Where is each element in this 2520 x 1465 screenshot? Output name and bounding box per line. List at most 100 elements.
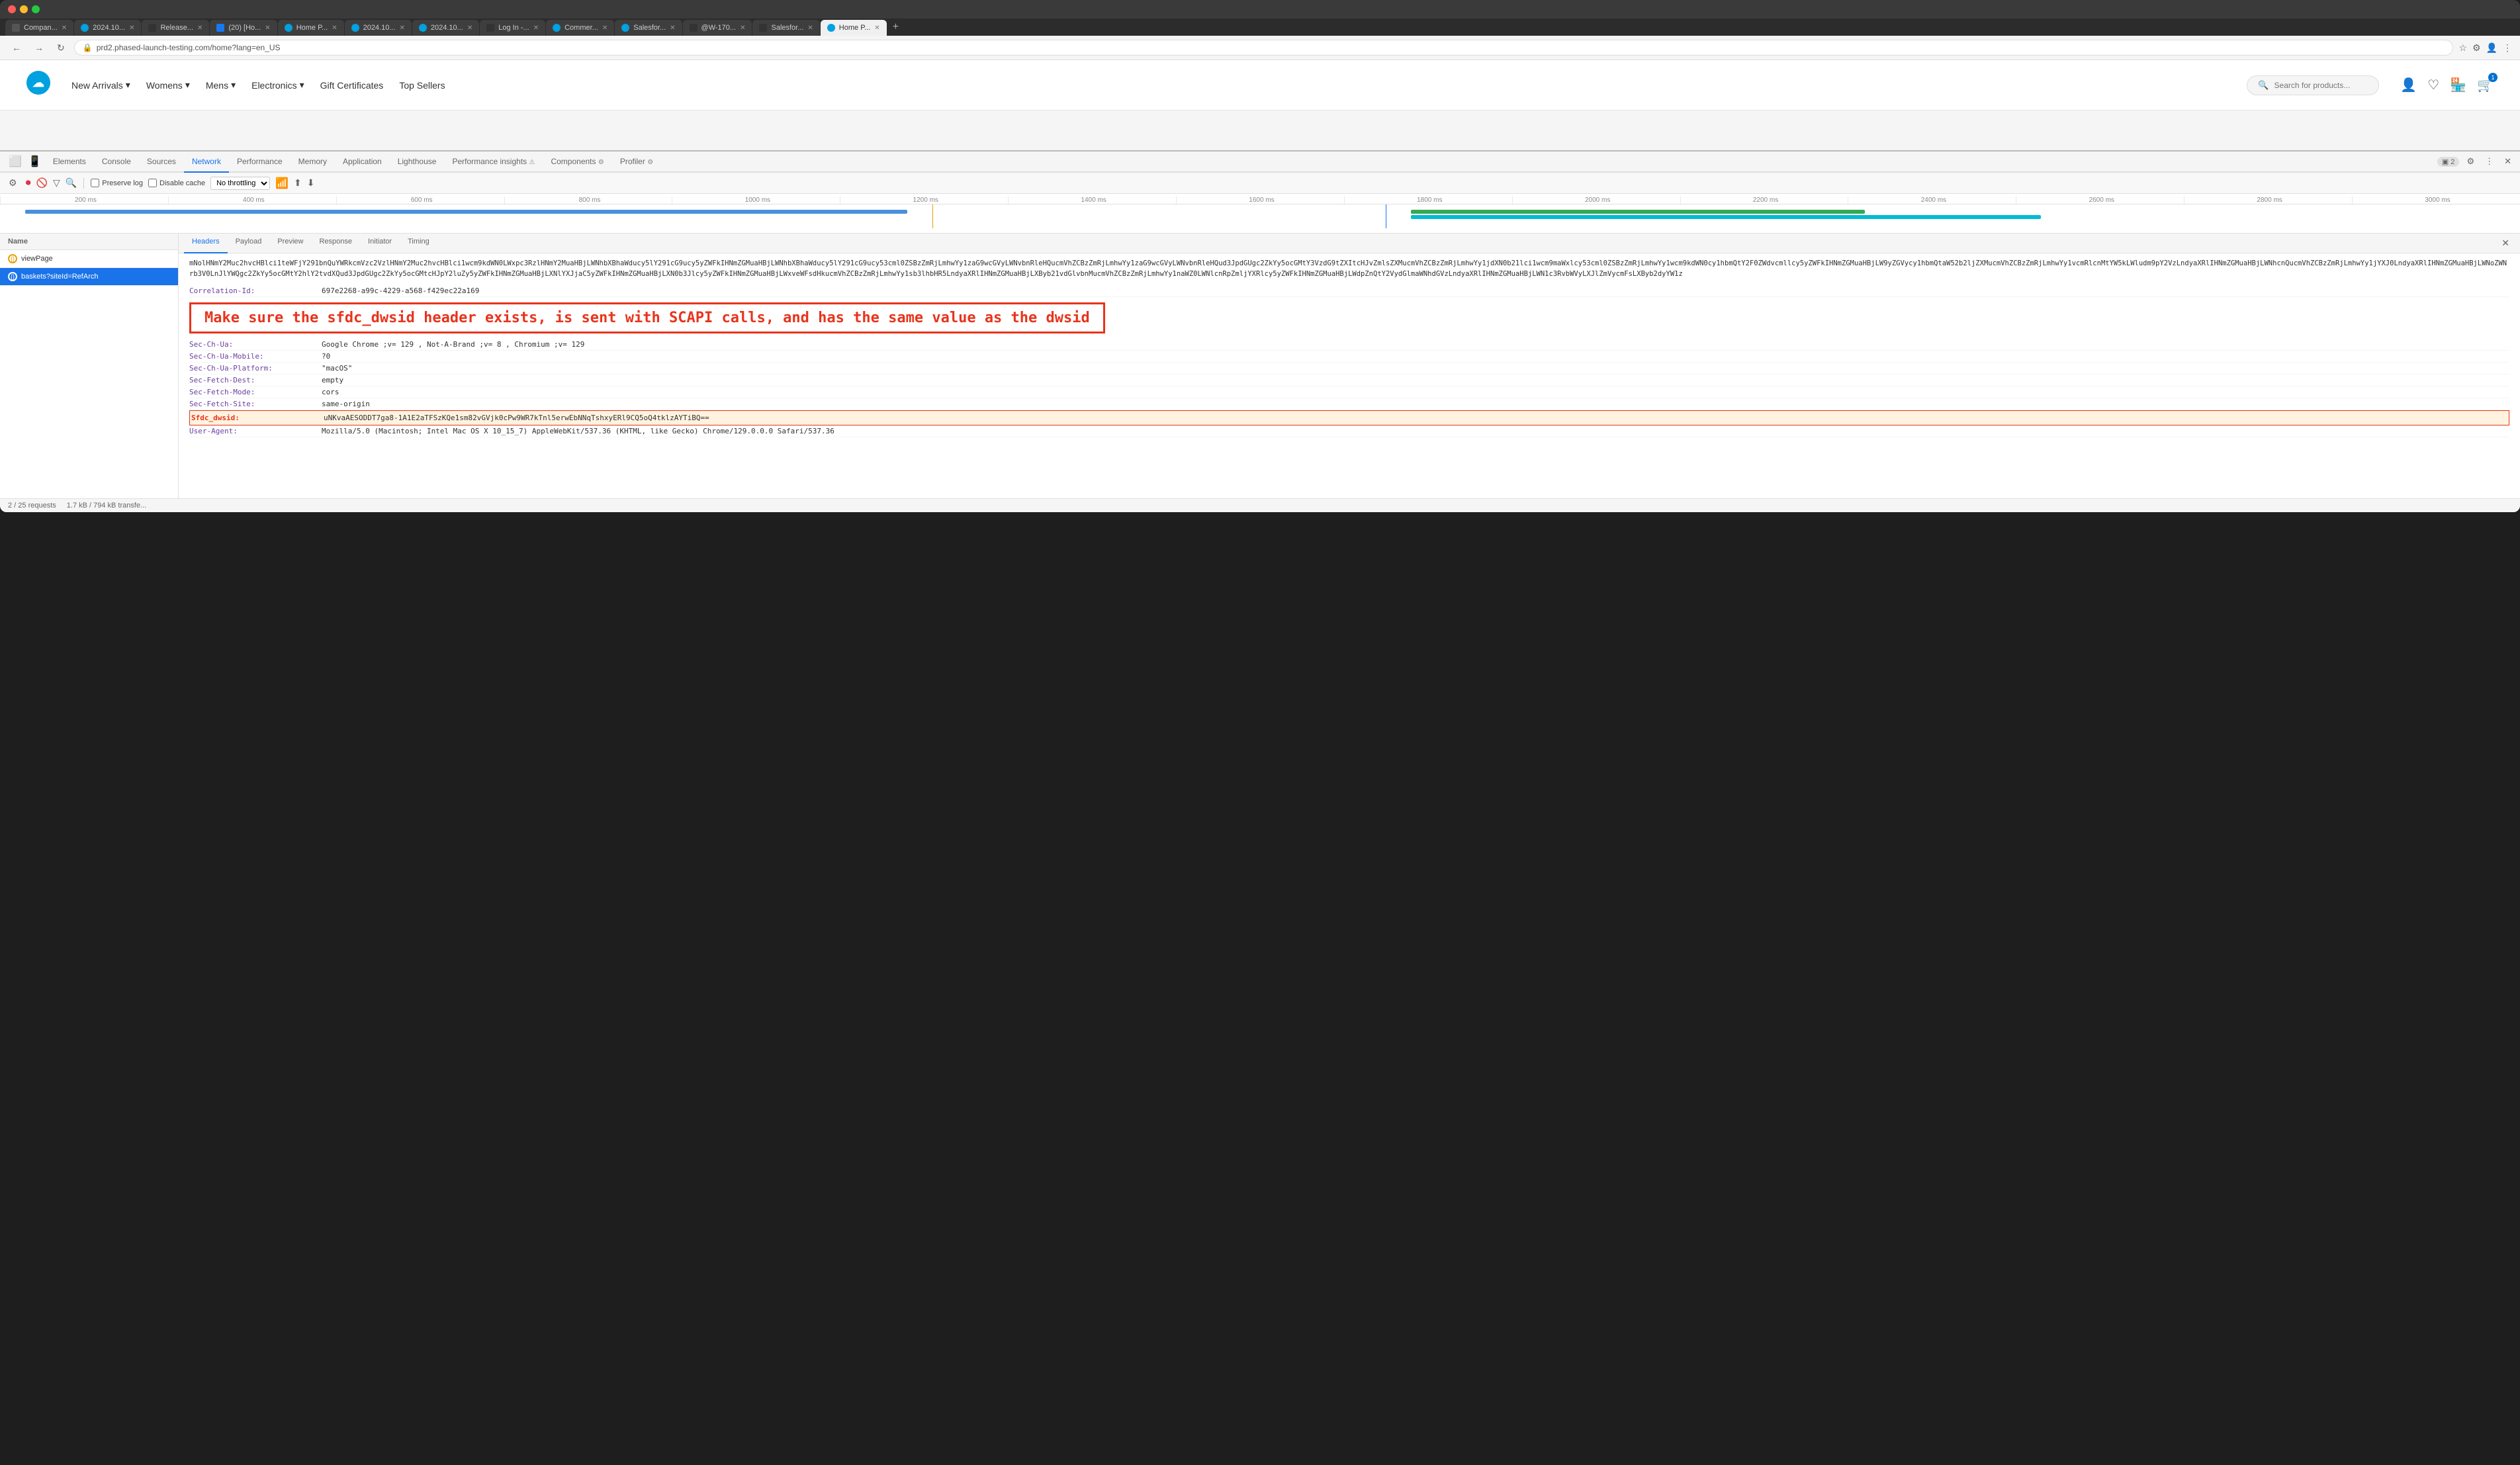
devtools-more-button[interactable]: ⋮ [2482, 154, 2497, 169]
detail-tab-payload[interactable]: Payload [228, 234, 270, 253]
tab-close-11[interactable]: ✕ [740, 24, 745, 32]
tab-close-10[interactable]: ✕ [670, 24, 675, 32]
devtools-device-button[interactable]: 📱 [25, 153, 45, 170]
detail-tab-preview[interactable]: Preview [269, 234, 311, 253]
tab-close-7[interactable]: ✕ [467, 24, 472, 32]
tab-close-6[interactable]: ✕ [400, 24, 405, 32]
tab-close-4[interactable]: ✕ [265, 24, 270, 32]
record-button[interactable]: ⏺ [26, 177, 31, 189]
tab-8[interactable]: Log In -... ✕ [480, 20, 545, 36]
tab-6[interactable]: 2024.10... ✕ [345, 20, 412, 36]
devtools-settings-button[interactable]: ⚙ [2463, 154, 2478, 169]
back-button[interactable]: ← [8, 41, 25, 54]
disable-cache-checkbox[interactable]: Disable cache [148, 179, 205, 187]
tab-12[interactable]: Salesfor... ✕ [752, 20, 819, 36]
detail-tab-initiator[interactable]: Initiator [360, 234, 400, 253]
request-view-page[interactable]: {} viewPage [0, 250, 178, 268]
devtools-close-button[interactable]: ✕ [2501, 154, 2515, 169]
tab-label-13: Home P... [839, 24, 871, 32]
extensions-icon[interactable]: ⚙ [2472, 42, 2481, 54]
devtools-tab-profiler[interactable]: Profiler ⚙ [612, 152, 661, 173]
new-tab-button[interactable]: + [887, 19, 904, 36]
detail-tab-response[interactable]: Response [311, 234, 360, 253]
network-timeline: 200 ms 400 ms 600 ms 800 ms 1000 ms 1200… [0, 194, 2520, 234]
tab-close-8[interactable]: ✕ [533, 24, 539, 32]
tab-11[interactable]: @W-170... ✕ [683, 20, 752, 36]
tab-13[interactable]: Home P... ✕ [821, 20, 887, 36]
network-toolbar: ⚙ ⏺ 🚫 ▽ 🔍 Preserve log Disable cache No … [0, 173, 2520, 194]
nav-womens[interactable]: Womens ▾ [146, 79, 190, 91]
throttle-select[interactable]: No throttling [210, 177, 270, 190]
nav-electronics[interactable]: Electronics ▾ [251, 79, 304, 91]
forward-button[interactable]: → [30, 41, 48, 54]
maximize-window-button[interactable] [32, 5, 40, 13]
devtools-tab-elements[interactable]: Elements [45, 152, 94, 173]
search-network-button[interactable]: 🔍 [66, 177, 77, 189]
tab-close-3[interactable]: ✕ [197, 24, 202, 32]
nav-top-sellers[interactable]: Top Sellers [399, 80, 445, 91]
tab-2[interactable]: 2024.10... ✕ [74, 20, 141, 36]
nav-new-arrivals[interactable]: New Arrivals ▾ [71, 79, 130, 91]
tab-close-2[interactable]: ✕ [129, 24, 134, 32]
devtools-tab-sources[interactable]: Sources [139, 152, 184, 173]
devtools-tab-console[interactable]: Console [94, 152, 139, 173]
nav-gift-certificates[interactable]: Gift Certificates [320, 80, 384, 91]
clear-button[interactable]: 🚫 [36, 177, 48, 189]
search-input[interactable] [2274, 81, 2368, 90]
tab-close-5[interactable]: ✕ [332, 24, 337, 32]
reload-button[interactable]: ↻ [53, 41, 69, 55]
headers-content[interactable]: mNolHNmY2Muc2hvcHBlci1teWFjY291bnQuYWRkc… [179, 253, 2520, 498]
request-icon-2: {} [8, 272, 17, 281]
devtools-tab-lighthouse[interactable]: Lighthouse [390, 152, 445, 173]
tab-9[interactable]: Commer... ✕ [546, 20, 614, 36]
tab-label-1: Compan... [24, 24, 58, 32]
header-long-value: mNolHNmY2Muc2hvcHBlci1teWFjY291bnQuYWRkc… [189, 259, 2509, 280]
devtools-tab-performance[interactable]: Performance [229, 152, 291, 173]
devtools-inspect-button[interactable]: ⬜ [5, 153, 25, 170]
menu-icon[interactable]: ⋮ [2503, 42, 2512, 54]
tab-close-12[interactable]: ✕ [807, 24, 813, 32]
nav-mens[interactable]: Mens ▾ [206, 79, 236, 91]
devtools-tabs-bar: ⬜ 📱 Elements Console Sources Network Per… [0, 152, 2520, 173]
cart-icon-wrapper[interactable]: 🛒 1 [2477, 77, 2494, 93]
tab-4[interactable]: (20) [Ho... ✕ [210, 20, 277, 36]
tab-close-9[interactable]: ✕ [602, 24, 608, 32]
devtools-tab-network[interactable]: Network [184, 152, 229, 173]
devtools-tab-memory[interactable]: Memory [291, 152, 335, 173]
preserve-log-checkbox[interactable]: Preserve log [91, 179, 143, 187]
details-close-button[interactable]: ✕ [2496, 234, 2515, 253]
bookmark-icon[interactable]: ☆ [2458, 42, 2467, 54]
tab-5[interactable]: Home P... ✕ [278, 20, 344, 36]
timeline-bar-1 [25, 210, 907, 214]
tab-close-13[interactable]: ✕ [874, 24, 879, 32]
nav-electronics-chevron: ▾ [300, 79, 304, 91]
search-bar[interactable]: 🔍 [2247, 75, 2379, 95]
profile-icon[interactable]: 👤 [2486, 42, 2498, 54]
store-icon[interactable]: 🏪 [2450, 77, 2466, 93]
devtools-tab-performance-insights[interactable]: Performance insights ⚠ [444, 152, 543, 173]
header-row-user-agent: User-Agent: Mozilla/5.0 (Macintosh; Inte… [189, 425, 2509, 437]
close-window-button[interactable] [8, 5, 16, 13]
minimize-window-button[interactable] [20, 5, 28, 13]
detail-tab-timing[interactable]: Timing [400, 234, 437, 253]
tick-800: 800 ms [504, 197, 672, 204]
tab-favicon-5 [285, 24, 292, 32]
settings-icon[interactable]: ⚙ [5, 175, 21, 191]
tab-close-1[interactable]: ✕ [62, 24, 67, 32]
devtools-tab-application[interactable]: Application [335, 152, 390, 173]
sec-ch-ua-platform-value: "macOS" [322, 364, 352, 373]
address-actions: ☆ ⚙ 👤 ⋮ [2458, 42, 2512, 54]
detail-tab-headers[interactable]: Headers [184, 234, 228, 253]
tab-3[interactable]: Release... ✕ [142, 20, 209, 36]
request-baskets[interactable]: {} baskets?siteId=RefArch [0, 268, 178, 286]
filter-button[interactable]: ▽ [53, 177, 60, 189]
devtools-tab-components[interactable]: Components ⚙ [543, 152, 611, 173]
tab-10[interactable]: Salesfor... ✕ [615, 20, 682, 36]
header-icons: 👤 ♡ 🏪 🛒 1 [2400, 77, 2494, 93]
url-input[interactable]: 🔒 prd2.phased-launch-testing.com/home?la… [74, 40, 2454, 56]
tab-1[interactable]: Compan... ✕ [5, 20, 73, 36]
wishlist-icon[interactable]: ♡ [2427, 77, 2439, 93]
site-logo[interactable]: ☁ [26, 71, 50, 99]
tab-7[interactable]: 2024.10... ✕ [412, 20, 479, 36]
account-icon[interactable]: 👤 [2400, 77, 2417, 93]
